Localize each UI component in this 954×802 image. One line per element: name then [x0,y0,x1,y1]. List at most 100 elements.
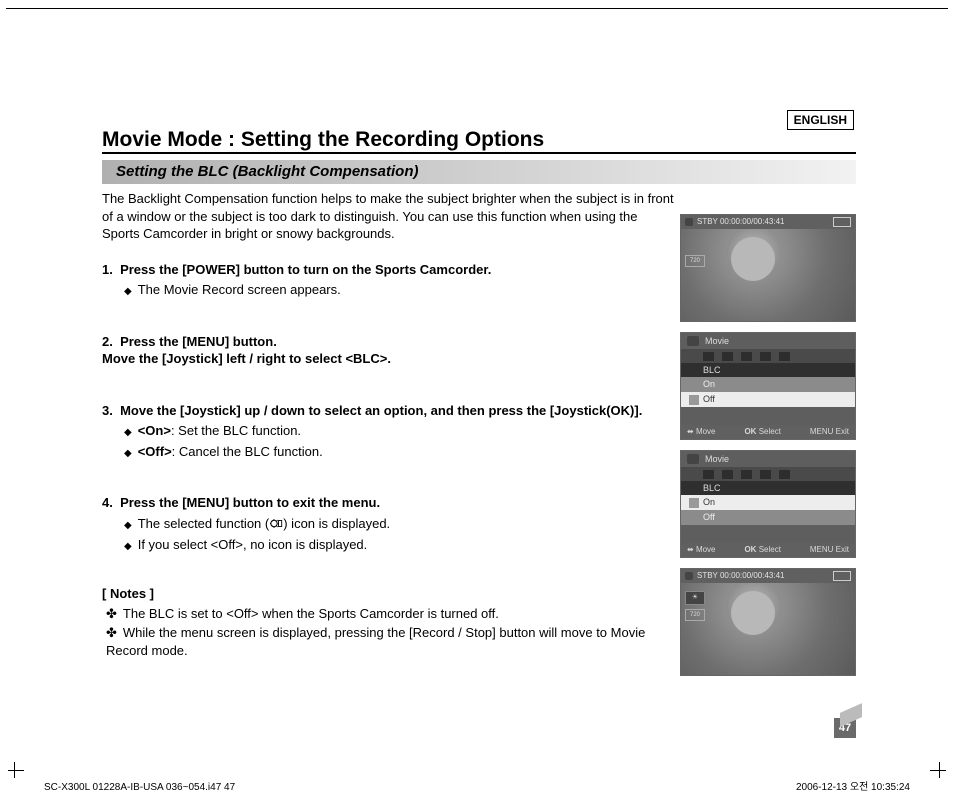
figure-3: 3 Movie BLC On Off ⬌ MoveOK SelectMENU E… [680,450,856,558]
note-2: ✤While the menu screen is displayed, pre… [106,624,674,659]
figure-2-option-off-selected: Off [681,392,855,407]
figure-3-blc-label: BLC [681,481,855,495]
figure-1: 1 STBY 00:00:00/00:43:41 720 [680,214,856,322]
figure-2-option-on: On [681,377,855,392]
figure-3-bottom-bar: ⬌ MoveOK SelectMENU Exit [681,543,855,557]
note-bullet-icon: ✤ [106,625,117,640]
step-1-num: 1. [102,262,113,277]
notes-block: [ Notes ] ✤The BLC is set to <Off> when … [102,585,674,659]
figure-3-icon-row [681,467,855,481]
menu-dot-icon [703,352,714,361]
figure-2-select: Select [759,427,781,436]
intro-text: The Backlight Compensation function help… [102,190,674,243]
figure-3-on-text: On [703,496,715,508]
page-number-badge: 47 [834,718,856,738]
language-label: ENGLISH [787,110,854,130]
step-4-sub-2: ◆If you select <Off>, no icon is display… [124,536,674,554]
figure-2-blc-label: BLC [681,363,855,377]
menu-dot-icon [760,470,771,479]
blc-on-overlay-icon: ☀ [685,591,705,605]
figure-1-stby-text: STBY 00:00:00/00:43:41 [697,217,784,228]
blc-icon [269,516,283,527]
footer-left: SC-X300L 01228A-IB-USA 036~054.i47 47 [44,781,235,795]
footer: SC-X300L 01228A-IB-USA 036~054.i47 47 20… [24,781,930,795]
step-4-head: 4. Press the [MENU] button to exit the m… [102,494,674,512]
step-3-sub-2-rest: : Cancel the BLC function. [172,444,323,459]
figure-4-photo [681,569,855,675]
menu-dot-icon [779,352,790,361]
step-4-sub-1: ◆The selected function () icon is displa… [124,515,674,533]
step-2: 2. Press the [MENU] button. Move the [Jo… [102,333,674,368]
figures-column: 1 STBY 00:00:00/00:43:41 720 2 Movie BLC… [680,214,856,686]
resolution-badge: 720 [685,609,705,621]
subtitle-text: Setting the BLC (Backlight Compensation) [102,162,419,182]
step-4-sub-2-text: If you select <Off>, no icon is displaye… [138,537,368,552]
figure-3-option-off: Off [681,510,855,525]
step-1-text: Press the [POWER] button to turn on the … [120,262,491,277]
figure-2-mode: Movie [705,335,729,347]
battery-icon [833,217,851,227]
menu-dot-icon [741,352,752,361]
menu-dot-icon [779,470,790,479]
title-underline [102,152,856,154]
figure-2-move: Move [696,427,716,436]
figure-1-overlay-top: STBY 00:00:00/00:43:41 [681,215,855,229]
menu-dot-icon [760,352,771,361]
note-1-text: The BLC is set to <Off> when the Sports … [123,606,499,621]
diamond-bullet-icon: ◆ [124,520,132,531]
note-1: ✤ The BLC is set to <Off> when the Sports… [106,605,674,623]
note-2-text: While the menu screen is displayed, pres… [106,625,645,658]
figure-2-menu: Movie BLC On Off ⬌ MoveOK SelectMENU Exi… [681,333,855,439]
step-3-sub-2-bold: <Off> [138,444,172,459]
menu-dot-icon [703,470,714,479]
step-4-text: Press the [MENU] button to exit the menu… [120,495,380,510]
joystick-icon: ⬌ [687,545,694,554]
figure-2-exit: Exit [836,427,849,436]
step-1-sub-1-text: The Movie Record screen appears. [138,282,341,297]
figure-2-icon-row [681,349,855,363]
step-1-head: 1. Press the [POWER] button to turn on t… [102,262,491,277]
figure-3-select: Select [759,545,781,554]
figure-3-option-on-selected: On [681,495,855,510]
menu-dot-icon [722,352,733,361]
step-2-head: 2. Press the [MENU] button. Move the [Jo… [102,333,674,368]
step-3-sub-1: ◆<On>: Set the BLC function. [124,422,674,440]
step-3-head: 3. Move the [Joystick] up / down to sele… [102,402,674,420]
footer-right: 2006-12-13 오전 10:35:24 [796,781,910,795]
joystick-icon: ⬌ [687,427,694,436]
figure-4-stby-text: STBY 00:00:00/00:43:41 [697,571,784,582]
check-icon [689,498,699,508]
step-3-num: 3. [102,403,113,418]
step-3-text: Move the [Joystick] up / down to select … [120,403,642,418]
diamond-bullet-icon: ◆ [124,448,132,459]
figure-2: 2 Movie BLC On Off ⬌ MoveOK SelectMENU E… [680,332,856,440]
top-rule [6,8,948,9]
diamond-bullet-icon: ◆ [124,286,132,297]
manual-page: ENGLISH Movie Mode : Setting the Recordi… [0,0,954,802]
figure-4: 4 STBY 00:00:00/00:43:41 ☀ 720 [680,568,856,676]
check-icon [689,395,699,405]
subtitle-bar: Setting the BLC (Backlight Compensation) [102,160,856,184]
figure-3-move: Move [696,545,716,554]
record-mode-icon [685,218,693,226]
step-1-sub-1: ◆ The Movie Record screen appears. [124,281,674,299]
diamond-bullet-icon: ◆ [124,427,132,438]
figure-3-exit: Exit [836,545,849,554]
step-4-num: 4. [102,495,113,510]
step-3-sub-1-bold: <On> [138,423,171,438]
body-column: The Backlight Compensation function help… [102,190,674,661]
resolution-badge: 720 [685,255,705,267]
step-1: 1. Press the [POWER] button to turn on t… [102,261,674,299]
figure-2-off-text: Off [703,393,715,405]
step-4: 4. Press the [MENU] button to exit the m… [102,494,674,553]
figure-2-bottom-bar: ⬌ MoveOK SelectMENU Exit [681,425,855,439]
figure-4-overlay-top: STBY 00:00:00/00:43:41 [681,569,855,583]
crop-mark-left-icon [8,762,24,778]
step-2-text: Press the [MENU] button. Move the [Joyst… [102,334,391,367]
note-bullet-icon: ✤ [106,606,117,621]
movie-mode-icon [687,336,699,346]
battery-icon [833,571,851,581]
movie-mode-icon [687,454,699,464]
figure-3-mode: Movie [705,453,729,465]
figure-3-menu: Movie BLC On Off ⬌ MoveOK SelectMENU Exi… [681,451,855,557]
